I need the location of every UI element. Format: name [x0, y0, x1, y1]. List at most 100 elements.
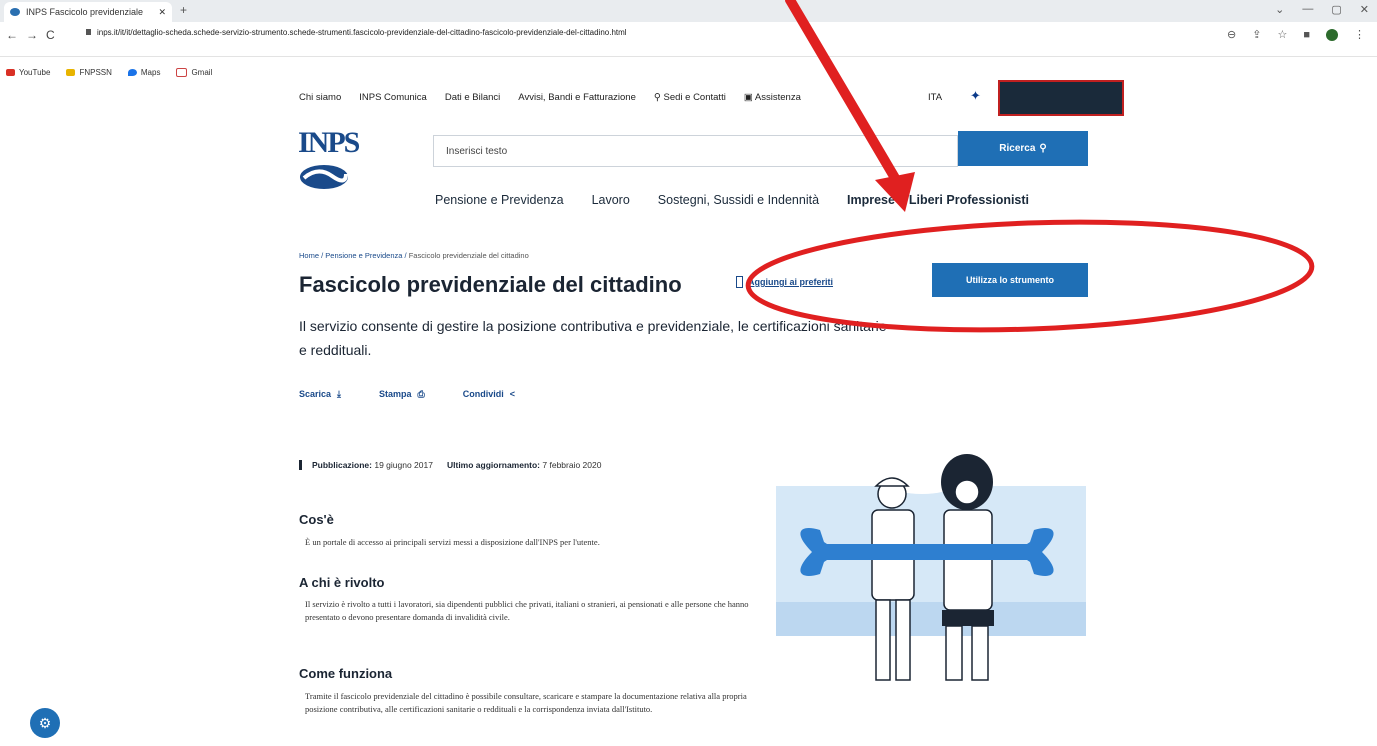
annotation-overlay	[745, 0, 1315, 333]
action-label: Condividi	[462, 389, 504, 399]
main-nav: Pensione e Previdenza Lavoro Sostegni, S…	[435, 193, 1029, 207]
nav-pensione[interactable]: Pensione e Previdenza	[435, 193, 564, 207]
page-title: Fascicolo previdenziale del cittadino	[299, 272, 682, 297]
bookmark-icon	[736, 276, 743, 288]
minimize-icon[interactable]: —	[1302, 3, 1313, 16]
url-field[interactable]: inps.it/it/it/dettaglio-scheda.schede-se…	[86, 28, 627, 37]
extensions-icon[interactable]: ■	[1303, 29, 1310, 41]
browser-tab[interactable]: INPS Fascicolo previdenziale ✕	[4, 2, 172, 22]
page-actions: Scarica ⤓ Stampa ⎙ Condividi <	[299, 389, 515, 400]
published-label: Pubblicazione:	[312, 460, 372, 470]
print-icon: ⎙	[417, 389, 425, 399]
section-heading-come: Come funziona	[299, 666, 393, 681]
tab-close-icon[interactable]: ✕	[158, 7, 166, 18]
logo-text: INPS	[298, 126, 360, 159]
map-pin-icon: ⚲	[653, 92, 664, 103]
publication-meta: Pubblicazione: 19 giugno 2017 Ultimo agg…	[299, 460, 601, 470]
section-text-come: Tramite il fascicolo previdenziale del c…	[305, 691, 747, 714]
search-icon: ⚲	[1039, 143, 1047, 154]
youtube-icon	[6, 68, 15, 76]
share-icon: <	[509, 389, 515, 399]
breadcrumb-home[interactable]: Home	[299, 251, 319, 260]
reload-icon[interactable]: C	[46, 28, 55, 42]
section-text-a-chi: Il servizio è rivolto a tutti i lavorato…	[305, 599, 749, 622]
star-icon[interactable]: ☆	[1277, 28, 1287, 41]
search-button-label: Ricerca	[999, 143, 1036, 154]
folder-icon	[66, 68, 76, 76]
published-value: 19 giugno 2017	[374, 460, 433, 470]
utility-link-assistenza[interactable]: ▣ Assistenza	[744, 92, 801, 103]
breadcrumb: Home / Pensione e Previdenza / Fascicolo…	[299, 251, 529, 260]
search-button[interactable]: Ricerca ⚲	[958, 131, 1088, 166]
download-action[interactable]: Scarica ⤓	[299, 389, 341, 400]
published-info: Pubblicazione: 19 giugno 2017	[312, 460, 433, 470]
print-action[interactable]: Stampa ⎙	[379, 389, 425, 400]
utility-link-comunica[interactable]: INPS Comunica	[359, 92, 427, 103]
search-input[interactable]: Inserisci testo	[433, 135, 958, 167]
gear-icon: ⚙	[38, 714, 52, 731]
zoom-icon[interactable]: ⊖	[1227, 28, 1236, 41]
utility-nav: Chi siamo INPS Comunica Dati e Bilanci A…	[299, 92, 801, 103]
download-icon: ⤓	[337, 389, 342, 399]
nav-imprese[interactable]: Imprese e Liberi Professionisti	[847, 193, 1029, 207]
breadcrumb-parent[interactable]: Pensione e Previdenza	[325, 251, 402, 260]
page-description: Il servizio consente di gestire la posiz…	[299, 318, 887, 358]
maximize-icon[interactable]: ▢	[1331, 3, 1341, 16]
breadcrumb-current: Fascicolo previdenziale del cittadino	[408, 251, 529, 260]
browser-tab-bar: INPS Fascicolo previdenziale ✕ + ⌄ — ▢ ✕	[0, 0, 1377, 22]
window-controls: ⌄ — ▢ ✕	[1275, 3, 1369, 16]
utility-link-label: Sedi e Contatti	[663, 92, 726, 103]
close-window-icon[interactable]: ✕	[1360, 3, 1369, 16]
address-bar-row: ← → C inps.it/it/it/dettaglio-scheda.sch…	[0, 22, 1377, 57]
add-favorite-link[interactable]: Aggiungi ai preferiti	[736, 276, 833, 288]
screen: INPS Fascicolo previdenziale ✕ + ⌄ — ▢ ✕…	[0, 0, 1377, 746]
share-action[interactable]: Condividi <	[463, 389, 515, 400]
bookmark-folder[interactable]: FNPSSN	[66, 67, 112, 77]
bell-icon[interactable]: ✦	[970, 88, 981, 104]
forward-icon[interactable]: →	[26, 28, 38, 42]
use-tool-button[interactable]: Utilizza lo strumento	[932, 263, 1088, 297]
updated-info: Ultimo aggiornamento: 7 febbraio 2020	[447, 460, 601, 470]
search-placeholder: Inserisci testo	[446, 145, 508, 157]
bookmark-gmail[interactable]: Gmail	[176, 67, 213, 77]
new-tab-button[interactable]: +	[180, 3, 187, 17]
inps-logo[interactable]: INPS	[298, 126, 360, 208]
login-button-redacted[interactable]	[998, 80, 1124, 116]
section-heading-a-chi: A chi è rivolto	[299, 575, 385, 590]
action-label: Stampa	[379, 389, 412, 399]
bookmark-maps[interactable]: Maps	[127, 67, 161, 77]
section-text-cose: È un portale di accesso ai principali se…	[305, 537, 600, 547]
utility-link-sedi[interactable]: ⚲ Sedi e Contatti	[654, 92, 726, 103]
bookmark-label: Gmail	[191, 67, 213, 77]
bookmark-label: YouTube	[19, 67, 51, 77]
lock-icon	[86, 29, 91, 35]
utility-link-avvisi[interactable]: Avvisi, Bandi e Fatturazione	[518, 92, 636, 103]
nav-sostegni[interactable]: Sostegni, Sussidi e Indennità	[658, 193, 819, 207]
accessibility-gear-button[interactable]: ⚙	[30, 708, 60, 738]
logo-wave-icon	[300, 165, 348, 189]
bookmark-label: Maps	[140, 67, 161, 77]
utility-link-dati[interactable]: Dati e Bilanci	[445, 92, 500, 103]
browser-toolbar-icons: ⊖ ⇪ ☆ ■ ⋮	[1227, 28, 1365, 41]
workers-illustration	[776, 454, 1086, 681]
tab-search-icon[interactable]: ⌄	[1275, 3, 1284, 16]
utility-link-chi-siamo[interactable]: Chi siamo	[299, 92, 341, 103]
updated-label: Ultimo aggiornamento:	[446, 460, 541, 470]
updated-value: 7 febbraio 2020	[542, 460, 602, 470]
tab-title: INPS Fascicolo previdenziale	[26, 7, 144, 17]
gmail-icon	[176, 67, 188, 77]
language-selector[interactable]: ITA	[928, 92, 942, 103]
add-favorite-label: Aggiungi ai preferiti	[748, 277, 834, 287]
section-heading-cose: Cos'è	[299, 512, 334, 527]
utility-link-label: Assistenza	[754, 92, 801, 103]
bookmarks-bar: YouTube FNPSSN Maps Gmail	[0, 64, 212, 80]
chat-icon: ▣	[743, 92, 755, 103]
nav-lavoro[interactable]: Lavoro	[592, 193, 630, 207]
profile-avatar[interactable]	[1326, 28, 1338, 41]
action-label: Scarica	[299, 389, 332, 399]
share-page-icon[interactable]: ⇪	[1252, 28, 1261, 41]
bookmark-label: FNPSSN	[79, 67, 112, 77]
bookmark-youtube[interactable]: YouTube	[6, 68, 50, 77]
back-icon[interactable]: ←	[6, 28, 18, 42]
menu-icon[interactable]: ⋮	[1354, 28, 1365, 41]
